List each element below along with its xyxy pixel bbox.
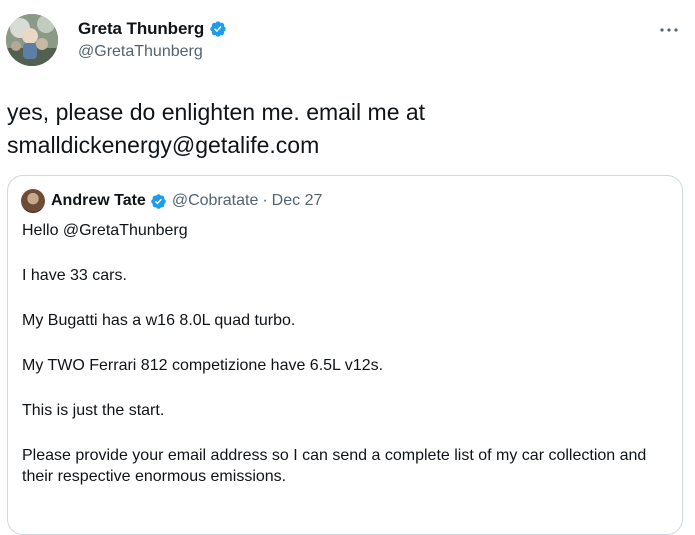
author-display-name[interactable]: Greta Thunberg: [78, 19, 204, 39]
quoted-paragraph: Please provide your email address so I c…: [22, 447, 647, 485]
more-options-button[interactable]: [657, 18, 681, 42]
quoted-tweet-header: Andrew Tate @Cobratate · Dec 27: [21, 189, 322, 213]
author-name-row: Greta Thunberg: [78, 18, 227, 40]
quoted-author-meta: @Cobratate · Dec 27: [172, 192, 323, 210]
quoted-paragraph: I have 33 cars.: [22, 267, 127, 284]
quoted-paragraph: My Bugatti has a w16 8.0L quad turbo.: [22, 312, 296, 329]
tweet: Greta Thunberg @GretaThunberg yes, pleas…: [0, 0, 695, 535]
more-horizontal-icon: [660, 28, 678, 32]
quoted-tweet-card[interactable]: Andrew Tate @Cobratate · Dec 27 Hello @Gre…: [7, 175, 683, 535]
quoted-paragraph: Hello @GretaThunberg: [22, 222, 188, 239]
meta-separator: ·: [262, 192, 268, 209]
quoted-paragraph: My TWO Ferrari 812 competizione have 6.5…: [22, 357, 384, 374]
author-info: Greta Thunberg @GretaThunberg: [78, 18, 227, 61]
quoted-author-avatar: [21, 189, 45, 213]
tweet-text: yes, please do enlighten me. email me at…: [7, 96, 687, 162]
verified-badge-icon: [209, 20, 227, 38]
quoted-tweet-body: Hello @GretaThunberg I have 33 cars. My …: [22, 220, 662, 511]
quoted-paragraph: This is just the start.: [22, 402, 165, 419]
author-handle[interactable]: @GretaThunberg: [78, 43, 227, 61]
verified-badge-icon: [150, 193, 167, 210]
author-avatar[interactable]: [6, 14, 58, 66]
tweet-text-line: yes, please do enlighten me. email me at: [7, 99, 426, 125]
quoted-tweet-date: Dec 27: [271, 192, 323, 209]
quoted-author-display-name: Andrew Tate: [51, 192, 146, 209]
tweet-text-line: smalldickenergy@getalife.com: [7, 132, 320, 158]
quoted-author-handle: @Cobratate: [171, 192, 259, 209]
